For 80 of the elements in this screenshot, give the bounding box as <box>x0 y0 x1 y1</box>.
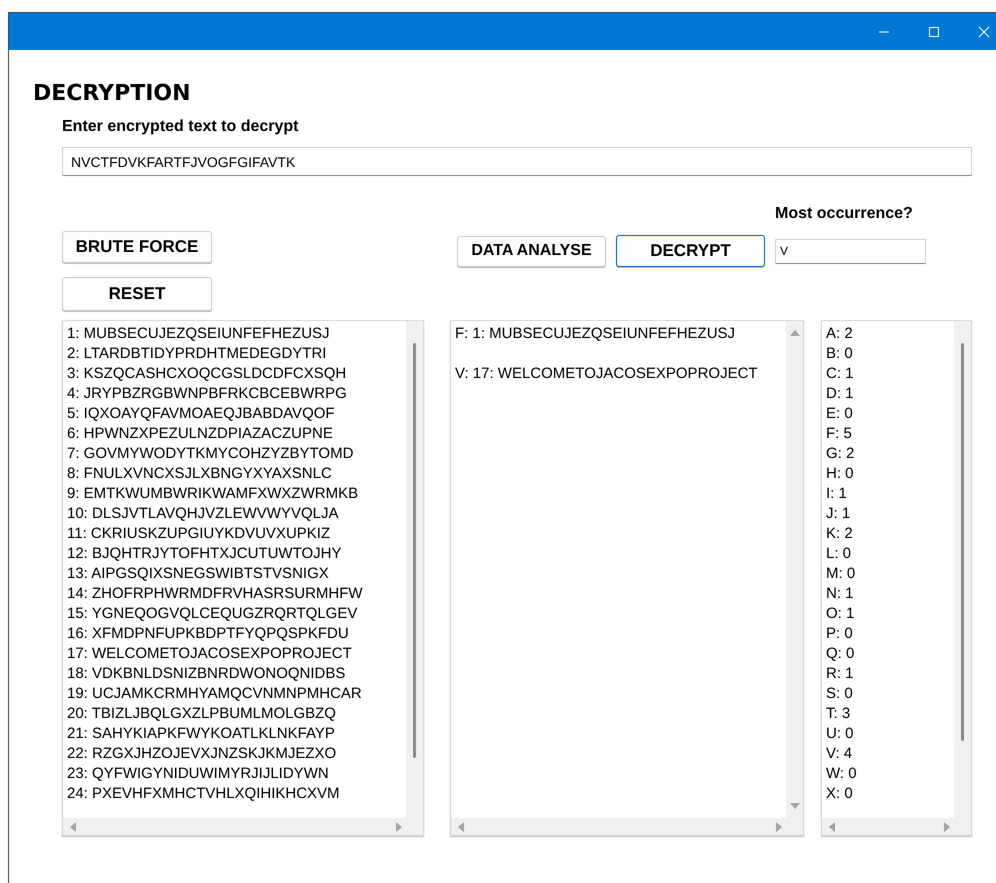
letter-count[interactable]: D: 1 <box>826 384 854 404</box>
reset-button[interactable]: RESET <box>62 277 212 311</box>
result-line[interactable]: 24: PXEVHFXMHCTVHLXQIHIKHCXVM <box>67 784 340 804</box>
letter-count[interactable]: S: 0 <box>826 684 853 704</box>
letter-count-list[interactable]: A: 2 B: 0 C: 1 D: 1 E: 0 F: 5 G: 2 H: 0 I: 1 J: 1 K: 2 L: 0 M: 0 N: 1 O: 1 P: 0 Q: 0 R: 1 S: 0 T: 3 U: 0 V: 4 W: 0 X: 0 <box>821 320 972 836</box>
encrypted-text-field[interactable]: NVCTFDVKFARTFJVOGFGIFAVTK <box>62 147 972 176</box>
result-line[interactable]: 7: GOVMYWODYTKMYCOHZYZBYTOMD <box>67 444 354 464</box>
letter-count[interactable]: I: 1 <box>826 484 847 504</box>
result-line[interactable]: V: 17: WELCOMETOJACOSEXPOPROJECT <box>455 364 758 384</box>
vertical-scrollbar[interactable] <box>406 321 423 818</box>
result-line[interactable]: 10: DLSJVTLAVQHJVZLEWVWYVQLJA <box>67 504 338 524</box>
letter-count[interactable]: R: 1 <box>826 664 854 684</box>
result-line[interactable]: 22: RZGXJHZOJEVXJNZSKJKMJEZXO <box>67 744 336 764</box>
scroll-right-arrow-icon[interactable] <box>943 822 951 832</box>
result-line[interactable]: 19: UCJAMKCRMHYAMQCVNMNPMHCAR <box>67 684 362 704</box>
letter-count[interactable]: W: 0 <box>826 764 857 784</box>
letter-count[interactable]: P: 0 <box>826 624 853 644</box>
letter-count[interactable]: N: 1 <box>826 584 854 604</box>
result-line[interactable]: 6: HPWNZXPEZULNZDPIAZACZUPNE <box>67 424 333 444</box>
result-line[interactable]: 16: XFMDPNFUPKBDPTFYQPQSPKFDU <box>67 624 349 644</box>
scroll-left-arrow-icon[interactable] <box>69 822 77 832</box>
brute-force-list[interactable] <box>62 320 424 836</box>
decrypt-button[interactable]: DECRYPT <box>616 235 765 267</box>
result-line[interactable]: 2: LTARDBTIDYPRDHTMEDEGDYTRI <box>67 344 326 364</box>
letter-count[interactable]: A: 2 <box>826 324 853 344</box>
result-line[interactable]: 1: MUBSECUJEZQSEIUNFEFHEZUSJ <box>67 324 330 344</box>
close-icon[interactable] <box>978 26 990 38</box>
letter-count[interactable]: H: 0 <box>826 464 854 484</box>
letter-count[interactable]: U: 0 <box>826 724 854 744</box>
result-line[interactable]: 14: ZHOFRPHWRMDFRVHASRSURMHFW <box>67 584 363 604</box>
data-analyse-button[interactable]: DATA ANALYSE <box>457 236 606 266</box>
result-line[interactable]: 18: VDKBNLDSNIZBNRDWONOQNIDBS <box>67 664 346 684</box>
result-line[interactable]: 4: JRYPBZRGBWNPBFRKCBCEBWRPG <box>67 384 347 404</box>
scroll-thumb[interactable] <box>413 343 416 758</box>
result-line[interactable]: 17: WELCOMETOJACOSEXPOPROJECT <box>67 644 352 664</box>
letter-count[interactable]: E: 0 <box>826 404 853 424</box>
maximize-icon[interactable] <box>928 26 940 38</box>
brute-force-button[interactable]: BRUTE FORCE <box>62 231 212 263</box>
letter-count[interactable]: B: 0 <box>826 344 853 364</box>
vertical-scrollbar[interactable] <box>954 321 971 818</box>
page-heading: DECRYPTION <box>33 81 191 107</box>
scroll-right-arrow-icon[interactable] <box>395 822 403 832</box>
result-line[interactable]: 21: SAHYKIAPKFWYKOATLKLNKFAYP <box>67 724 335 744</box>
result-line[interactable]: 5: IQXOAYQFAVMOAEQJBABDAVQOF <box>67 404 335 424</box>
result-line[interactable]: 13: AIPGSQIXSNEGSWIBTSTVSNIGX <box>67 564 329 584</box>
input-label: Enter encrypted text to decrypt <box>62 117 298 136</box>
letter-count[interactable]: Q: 0 <box>826 644 854 664</box>
letter-count[interactable]: M: 0 <box>826 564 856 584</box>
most-occurrence-field[interactable]: V <box>775 238 926 264</box>
letter-count[interactable]: L: 0 <box>826 544 852 564</box>
most-occurrence-label: Most occurrence? <box>775 204 913 224</box>
result-line[interactable]: F: 1: MUBSECUJEZQSEIUNFEFHEZUSJ <box>455 324 736 344</box>
horizontal-scrollbar[interactable] <box>451 818 803 835</box>
scroll-up-arrow-icon[interactable] <box>790 329 800 337</box>
scroll-left-arrow-icon[interactable] <box>457 822 465 832</box>
scroll-right-arrow-icon[interactable] <box>775 822 783 832</box>
letter-count[interactable]: F: 5 <box>826 424 852 444</box>
result-line[interactable]: 9: EMTKWUMBWRIKWAMFXWXZWRMKB <box>67 484 358 504</box>
letter-count[interactable]: G: 2 <box>826 444 854 464</box>
letter-count[interactable]: V: 4 <box>826 744 852 764</box>
result-line[interactable]: 15: YGNEQOGVQLCEQUGZRQRTQLGEV <box>67 604 358 624</box>
result-line[interactable]: 8: FNULXVNCXSJLXBNGYXYAXSNLC <box>67 464 332 484</box>
decrypted-results-list[interactable]: F: 1: MUBSECUJEZQSEIUNFEFHEZUSJ V: 17: WELCOMETOJACOSEXPOPROJECT <box>450 320 804 836</box>
scroll-left-arrow-icon[interactable] <box>828 822 836 832</box>
result-line[interactable]: 3: KSZQCASHCXOQCGSLDCDFCXSQH <box>67 364 346 384</box>
scroll-thumb[interactable] <box>961 343 964 741</box>
scroll-down-arrow-icon[interactable] <box>790 802 800 810</box>
letter-count[interactable]: T: 3 <box>826 704 850 724</box>
horizontal-scrollbar[interactable] <box>63 818 423 835</box>
letter-count[interactable]: J: 1 <box>826 504 850 524</box>
letter-count[interactable]: C: 1 <box>826 364 854 384</box>
horizontal-scrollbar[interactable] <box>822 818 971 835</box>
vertical-scrollbar[interactable] <box>786 321 803 818</box>
result-line[interactable]: 11: CKRIUSKZUPGIUYKDVUVXUPKIZ <box>67 524 330 544</box>
result-line[interactable]: 23: QYFWIGYNIDUWIMYRJIJLIDYWN <box>67 764 329 784</box>
letter-count[interactable]: X: 0 <box>826 784 853 804</box>
letter-count[interactable]: O: 1 <box>826 604 854 624</box>
letter-count[interactable]: K: 2 <box>826 524 853 544</box>
result-line[interactable]: 12: BJQHTRJYTOFHTXJCUTUWTOJHY <box>67 544 342 564</box>
result-line[interactable]: 20: TBIZLJBQLGXZLPBUMLMOLGBZQ <box>67 704 336 724</box>
